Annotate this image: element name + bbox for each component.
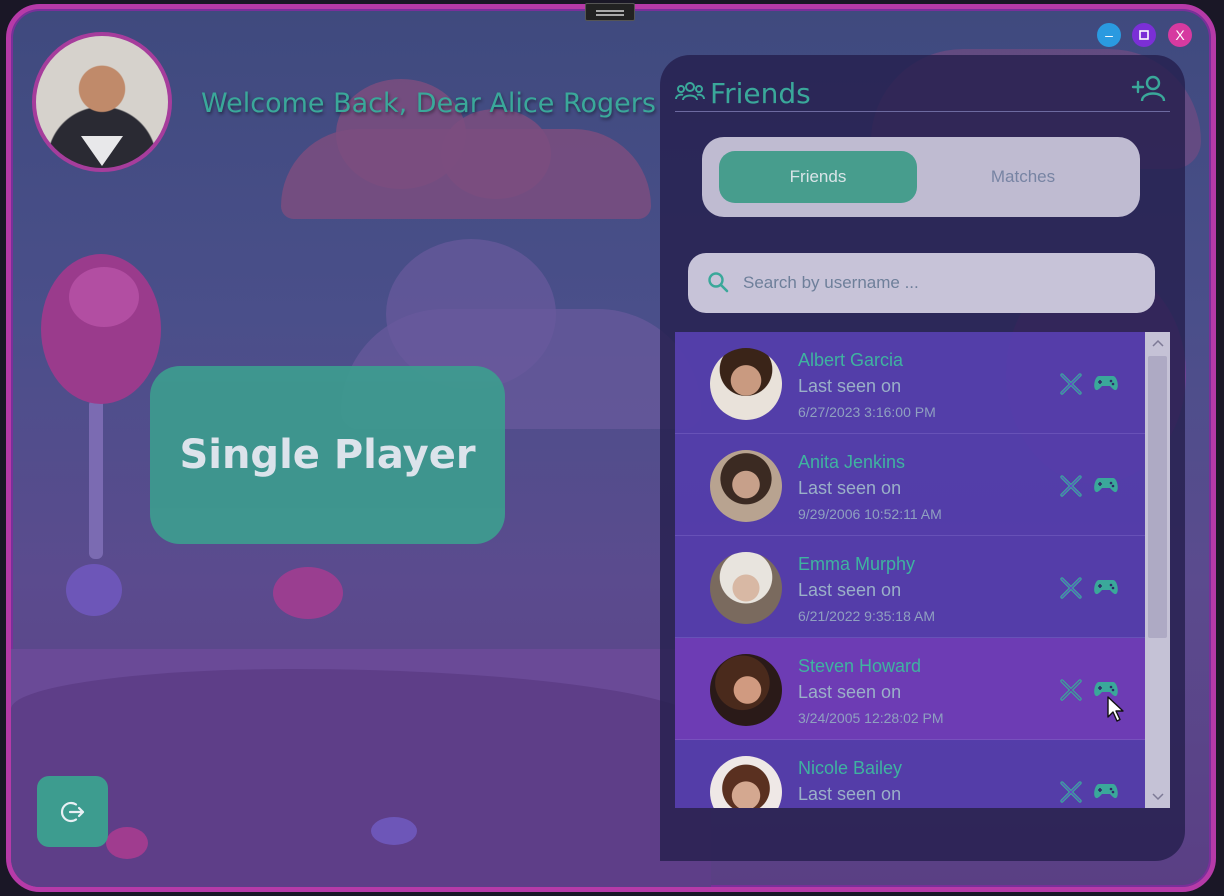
remove-friend-icon[interactable] bbox=[1059, 474, 1083, 498]
friend-name: Emma Murphy bbox=[798, 554, 916, 574]
friends-list-scrollbar[interactable] bbox=[1145, 332, 1170, 808]
friend-name: Anita Jenkins bbox=[798, 452, 906, 472]
friend-status: Last seen on bbox=[798, 682, 902, 702]
friends-panel-title: Friends bbox=[710, 77, 811, 110]
welcome-message: Welcome Back, Dear Alice Rogers bbox=[201, 88, 656, 119]
friends-panel: Friends Friends Matches Albert Garcia La… bbox=[660, 55, 1185, 861]
list-item[interactable]: Anita Jenkins Last seen on 9/29/2006 10:… bbox=[675, 434, 1145, 536]
friend-name: Steven Howard bbox=[798, 656, 922, 676]
search-icon bbox=[708, 272, 729, 293]
scroll-down-button[interactable] bbox=[1145, 786, 1170, 808]
friend-status: Last seen on bbox=[798, 580, 902, 600]
friends-icon bbox=[675, 82, 705, 101]
friend-status: Last seen on bbox=[798, 376, 902, 396]
scroll-up-button[interactable] bbox=[1145, 332, 1170, 354]
close-button[interactable]: X bbox=[1168, 23, 1192, 47]
friend-name: Albert Garcia bbox=[798, 350, 904, 370]
tab-matches[interactable]: Matches bbox=[924, 151, 1122, 203]
remove-friend-icon[interactable] bbox=[1059, 678, 1083, 702]
friend-avatar bbox=[710, 450, 782, 522]
user-avatar[interactable] bbox=[32, 32, 172, 172]
friend-avatar bbox=[710, 756, 782, 808]
close-icon: X bbox=[1175, 27, 1185, 43]
avatar-shirt bbox=[81, 136, 123, 166]
chevron-up-icon bbox=[1151, 339, 1164, 347]
mouse-cursor-icon bbox=[1107, 696, 1124, 722]
add-friend-icon[interactable] bbox=[1130, 75, 1168, 103]
logout-button[interactable] bbox=[37, 776, 108, 847]
panel-divider bbox=[675, 111, 1170, 112]
maximize-icon bbox=[1139, 30, 1149, 40]
window-drag-handle[interactable] bbox=[585, 3, 635, 21]
remove-friend-icon[interactable] bbox=[1059, 576, 1083, 600]
friend-last-seen-date: 3/24/2005 12:28:02 PM bbox=[798, 710, 944, 726]
friend-name: Nicole Bailey bbox=[798, 758, 903, 778]
bg-cloud bbox=[281, 129, 651, 219]
friend-last-seen-date: 6/27/2023 3:16:00 PM bbox=[798, 404, 936, 420]
gamepad-icon[interactable] bbox=[1093, 474, 1119, 496]
bg-candy bbox=[106, 827, 148, 859]
friends-matches-toggle: Friends Matches bbox=[702, 137, 1140, 217]
tab-friends[interactable]: Friends bbox=[719, 151, 917, 203]
bg-lollipop-stick bbox=[89, 399, 103, 559]
search-box bbox=[688, 253, 1155, 313]
bg-ground-wave bbox=[11, 669, 711, 887]
maximize-button[interactable] bbox=[1132, 23, 1156, 47]
friend-status: Last seen on bbox=[798, 784, 902, 804]
bg-candy bbox=[66, 564, 122, 616]
list-item[interactable]: Steven Howard Last seen on 3/24/2005 12:… bbox=[675, 638, 1145, 740]
bg-candy bbox=[273, 567, 343, 619]
logout-icon bbox=[60, 801, 84, 822]
minimize-button[interactable]: – bbox=[1097, 23, 1121, 47]
minimize-icon: – bbox=[1105, 27, 1113, 43]
single-player-button[interactable]: Single Player bbox=[150, 366, 505, 544]
chevron-down-icon bbox=[1151, 793, 1164, 801]
friend-last-seen-date: 9/29/2006 10:52:11 AM bbox=[798, 506, 942, 522]
list-item[interactable]: Nicole Bailey Last seen on bbox=[675, 740, 1145, 808]
friend-avatar bbox=[710, 552, 782, 624]
gamepad-icon[interactable] bbox=[1093, 576, 1119, 598]
search-input[interactable] bbox=[743, 267, 1133, 299]
friends-list: Albert Garcia Last seen on 6/27/2023 3:1… bbox=[675, 332, 1170, 808]
list-item[interactable]: Albert Garcia Last seen on 6/27/2023 3:1… bbox=[675, 332, 1145, 434]
scroll-thumb[interactable] bbox=[1148, 356, 1167, 638]
friend-status: Last seen on bbox=[798, 478, 902, 498]
friend-avatar bbox=[710, 348, 782, 420]
remove-friend-icon[interactable] bbox=[1059, 372, 1083, 396]
bg-lollipop-highlight bbox=[69, 267, 139, 327]
friend-last-seen-date: 6/21/2022 9:35:18 AM bbox=[798, 608, 935, 624]
bg-candy bbox=[371, 817, 417, 845]
gamepad-icon[interactable] bbox=[1093, 372, 1119, 394]
remove-friend-icon[interactable] bbox=[1059, 780, 1083, 804]
gamepad-icon[interactable] bbox=[1093, 780, 1119, 802]
list-item[interactable]: Emma Murphy Last seen on 6/21/2022 9:35:… bbox=[675, 536, 1145, 638]
friend-avatar bbox=[710, 654, 782, 726]
